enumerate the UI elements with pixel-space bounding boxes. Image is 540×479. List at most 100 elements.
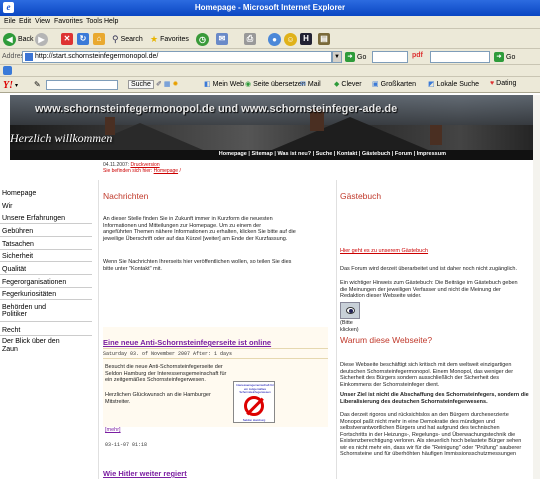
news-heading: Nachrichten — [103, 191, 149, 201]
toolbar-search-input[interactable] — [46, 80, 118, 90]
pencil-icon: ✎ — [34, 80, 41, 89]
news-item-title[interactable]: Eine neue Anti-Schornsteinfegerseite ist… — [103, 338, 271, 347]
sidebar-item-recht[interactable]: Recht — [2, 327, 20, 334]
guestbook-heading: Gästebuch — [340, 191, 382, 201]
search-box-input[interactable] — [372, 51, 408, 63]
sidebar-divider — [0, 236, 92, 237]
news-item-body: Besucht die neue Anti-Schornsteinfegerse… — [105, 364, 233, 384]
toolbar-search-field[interactable] — [46, 80, 118, 90]
refresh-button[interactable]: ↻ — [77, 32, 89, 46]
why-intro-line: Diese Webseite beschäftigt sich kritisch… — [340, 362, 512, 368]
address-dropdown-icon[interactable]: ▼ — [332, 51, 342, 63]
sidebar-item-behoerden-2[interactable]: Politiker — [2, 311, 27, 318]
go2-arrow-icon: ➜ — [494, 52, 504, 62]
standard-toolbar: ◀ Back ▶ ✕ ↻ ⌂ ⚲ Search ★ Favorites ◷ ✉ — [0, 29, 540, 49]
pencil-button[interactable]: ✎ — [34, 80, 41, 89]
dating-label: Dating — [496, 80, 517, 87]
search-go-button[interactable]: ➜ Go — [494, 51, 515, 63]
crumb-home-link[interactable]: Homepage — [154, 168, 178, 174]
top-nav-links[interactable]: Homepage | Sitemap | Was ist neu? | Such… — [219, 151, 446, 157]
sidebar-item-erfahrungen[interactable]: Unsere Erfahrungen — [2, 215, 65, 222]
address-input[interactable]: http://start.schornsteinfegermonopol.de/ — [22, 51, 332, 63]
yahoo-dropdown-icon: ▾ — [15, 83, 19, 89]
guestbook-link[interactable]: Hier geht es zu unserem Gästebuch — [340, 248, 428, 254]
column-divider — [336, 180, 337, 479]
dating-button[interactable]: ♥ Dating — [490, 80, 516, 87]
mein-web-label: Mein Web — [212, 80, 245, 88]
menu-edit[interactable]: Edit — [19, 18, 31, 25]
address-go-button[interactable]: ➜ Go — [345, 51, 366, 63]
menu-view[interactable]: View — [35, 18, 50, 25]
sidebar-divider — [0, 287, 92, 288]
translate-button[interactable]: ◉ Seite übersetzen — [245, 80, 306, 89]
news-item-thanks-line: Mitstreiter. — [105, 398, 131, 405]
back-arrow-icon: ◀ — [3, 32, 16, 46]
mail-button[interactable]: ✉ — [216, 32, 228, 46]
banner-chimney — [430, 125, 442, 145]
eye-button[interactable] — [340, 302, 360, 319]
clever-button[interactable]: ◆ Clever — [334, 80, 362, 89]
yahoo-logo[interactable]: Y! ▾ — [3, 80, 18, 91]
mail-toolbar-button[interactable]: ✉ Mail — [300, 80, 321, 89]
sidebar-item-tatsachen[interactable]: Tatsachen — [2, 241, 34, 248]
sidebar-item-behoerden[interactable]: Behörden und — [2, 304, 46, 311]
sidebar-item-sicherheit[interactable]: Sicherheit — [2, 253, 33, 260]
home-button[interactable]: ⌂ — [93, 32, 105, 46]
suche-label: Suche — [128, 80, 154, 89]
sidebar-divider — [0, 223, 92, 224]
sidebar-item-fegerkuriositaeten[interactable]: Fegerkuriositäten — [2, 291, 56, 298]
news-item-2-title[interactable]: Wie Hitler weiter regiert — [103, 469, 187, 478]
news-more-link[interactable]: [mehr] — [105, 427, 121, 433]
back-button[interactable]: ◀ Back — [3, 32, 34, 46]
stop-button[interactable]: ✕ — [61, 32, 73, 46]
menu-help[interactable]: Help — [104, 18, 118, 25]
sidebar-item-blick[interactable]: Der Blick über den — [2, 338, 60, 345]
mein-web-icon: ◧ — [204, 81, 211, 88]
forward-button[interactable]: ▶ — [35, 32, 48, 46]
news-item-divider — [103, 358, 328, 359]
suche-button[interactable]: Suche — [128, 80, 154, 89]
grosskarten-button[interactable]: ▣ Großkarten — [372, 80, 416, 89]
anti-chimney-sweep-sign[interactable]: Interessensgemeinschaft für ein zeitgemä… — [233, 381, 275, 423]
menu-file[interactable]: Eile — [4, 18, 16, 25]
messenger-button[interactable]: ● — [268, 32, 281, 46]
sidebar-item-gebuehren[interactable]: Gebühren — [2, 228, 33, 235]
search-button[interactable]: ⚲ Search — [112, 32, 143, 46]
highlight-button[interactable]: ✐ ▦ ✹ — [156, 80, 178, 88]
search-icon: ⚲ — [112, 33, 119, 44]
news-item-date: Saturday 03. of November 2007 After: 1 d… — [103, 351, 233, 357]
menu-favorites[interactable]: Favorites — [54, 18, 83, 25]
eye-caption: (Bitte klicken) — [340, 320, 359, 333]
sidebar-item-homepage[interactable]: Homepage — [2, 190, 36, 197]
messenger2-button[interactable]: ☺ — [284, 32, 297, 46]
banner-domains: www.schornsteinfegermonopol.de und www.s… — [35, 103, 398, 115]
print-button[interactable]: ⎙ — [244, 32, 256, 46]
sun-icon: ✹ — [172, 81, 179, 88]
column-divider — [98, 180, 99, 479]
pdf-label[interactable]: pdf — [412, 52, 423, 59]
lokale-suche-button[interactable]: ◩ Lokale Suche — [428, 80, 479, 89]
favorites-button[interactable]: ★ Favorites — [150, 32, 189, 46]
news-contact-line: bitte unter "Kontakt" mit. — [103, 265, 162, 272]
clever-icon: ◆ — [334, 81, 340, 88]
mein-web-button[interactable]: ◧ Mein Web — [204, 80, 245, 89]
heart-icon: ♥ — [490, 80, 495, 87]
why-intro: Diese Webseite beschäftigt sich kritisch… — [340, 362, 535, 388]
translate-label: Seite übersetzen — [253, 80, 306, 88]
news-item-divider — [103, 348, 328, 349]
links-icon[interactable] — [3, 66, 12, 75]
sidebar-item-fegerorganisationen[interactable]: Fegerorganisationen — [2, 279, 66, 286]
sidebar-item-qualitaet[interactable]: Qualität — [2, 266, 26, 273]
highlight-icon: ✐ — [156, 81, 162, 88]
sidebar-item-wir[interactable]: Wir — [2, 203, 13, 210]
pdf-input[interactable] — [430, 51, 490, 63]
news-timestamp: 03-11-07 01:18 — [105, 442, 148, 448]
menu-tools[interactable]: Tools — [86, 18, 102, 25]
news-contact-note: Wenn Sie Nachrichten Ihrerseits hier ver… — [103, 259, 331, 272]
h-button[interactable]: H — [300, 32, 312, 46]
translate-icon: ◉ — [245, 81, 252, 88]
eye-caption-line: klicken) — [340, 326, 359, 333]
research-button[interactable]: ▤ — [318, 32, 330, 46]
history-button[interactable]: ◷ — [196, 32, 209, 46]
sidebar-item-blick-2[interactable]: Zaun — [2, 346, 18, 353]
